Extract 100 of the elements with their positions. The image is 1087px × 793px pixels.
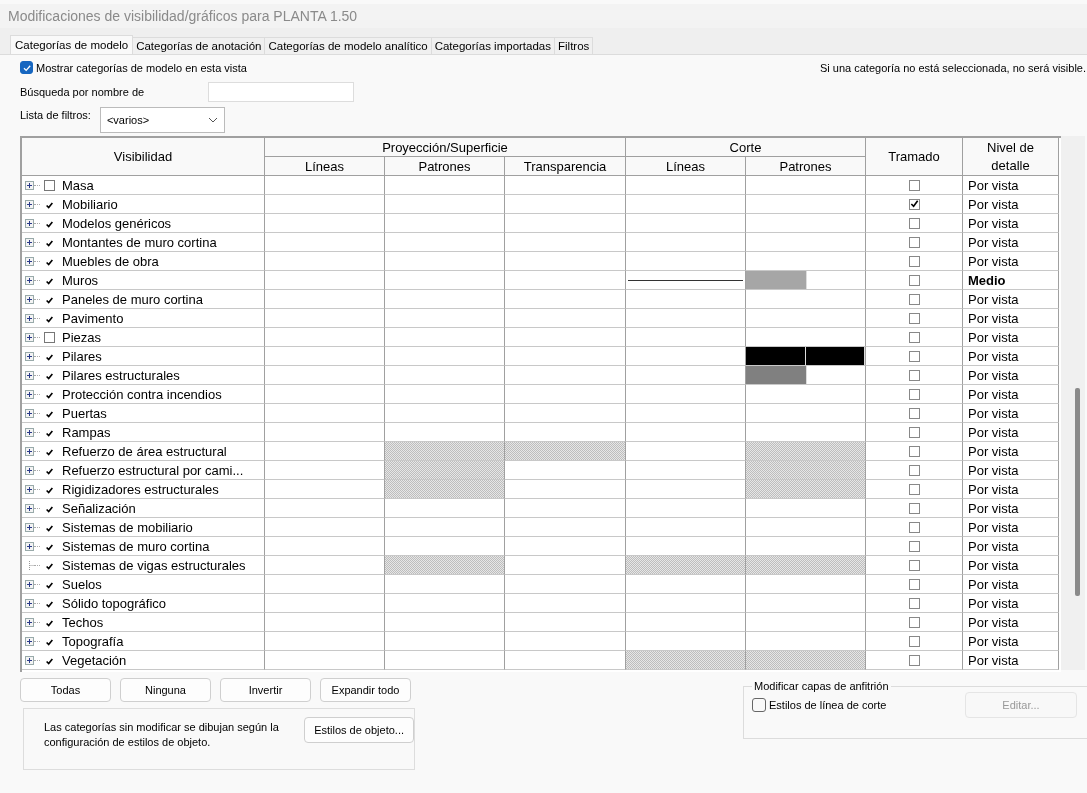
table-cell[interactable]	[626, 613, 746, 632]
halftone-checkbox[interactable]	[908, 236, 920, 248]
detail-level[interactable]: Por vista	[968, 500, 1019, 516]
table-cell[interactable]	[385, 518, 505, 537]
table-cell[interactable]	[505, 575, 626, 594]
table-cell[interactable]	[505, 461, 626, 480]
expand-icon[interactable]	[25, 503, 34, 513]
object-styles-button[interactable]: Estilos de objeto...	[304, 717, 414, 743]
table-cell[interactable]	[265, 537, 385, 556]
expand-icon[interactable]	[25, 465, 34, 475]
table-cell[interactable]	[265, 594, 385, 613]
halftone-checkbox[interactable]	[908, 331, 920, 343]
table-cell[interactable]	[746, 176, 866, 195]
table-cell[interactable]	[505, 480, 626, 499]
table-cell[interactable]	[265, 423, 385, 442]
hatched-cell[interactable]	[626, 651, 746, 670]
table-cell[interactable]	[746, 575, 866, 594]
table-cell[interactable]	[626, 290, 746, 309]
table-cell[interactable]	[626, 518, 746, 537]
table-cell[interactable]	[505, 176, 626, 195]
detail-level[interactable]: Por vista	[968, 196, 1019, 212]
table-cell[interactable]	[265, 290, 385, 309]
table-cell[interactable]	[505, 594, 626, 613]
hatched-cell[interactable]	[505, 442, 626, 461]
halftone-checkbox[interactable]	[908, 255, 920, 267]
table-cell[interactable]	[626, 176, 746, 195]
hatched-cell[interactable]	[746, 556, 866, 575]
table-cell[interactable]	[265, 214, 385, 233]
expand-icon[interactable]	[25, 446, 34, 456]
expand-icon[interactable]	[25, 218, 34, 228]
table-cell[interactable]	[505, 195, 626, 214]
table-cell[interactable]	[265, 195, 385, 214]
table-cell[interactable]	[626, 404, 746, 423]
table-cell[interactable]	[385, 651, 505, 670]
table-cell[interactable]	[505, 613, 626, 632]
halftone-checkbox[interactable]	[908, 635, 920, 647]
halftone-checkbox[interactable]	[908, 445, 920, 457]
detail-level[interactable]: Por vista	[968, 405, 1019, 421]
halftone-checkbox[interactable]	[908, 293, 920, 305]
expand-icon[interactable]	[25, 408, 34, 418]
table-cell[interactable]	[265, 499, 385, 518]
halftone-checkbox[interactable]	[908, 369, 920, 381]
hatched-cell[interactable]	[746, 651, 866, 670]
table-cell[interactable]	[265, 176, 385, 195]
detail-level[interactable]: Por vista	[968, 367, 1019, 383]
table-cell[interactable]	[626, 214, 746, 233]
table-cell[interactable]	[626, 252, 746, 271]
tab[interactable]: Categorías de anotación	[132, 37, 266, 54]
hatched-cell[interactable]	[746, 480, 866, 499]
table-cell[interactable]	[265, 404, 385, 423]
detail-level[interactable]: Por vista	[968, 557, 1019, 573]
hatched-cell[interactable]	[385, 461, 505, 480]
detail-level[interactable]: Por vista	[968, 348, 1019, 364]
expand-icon[interactable]	[25, 389, 34, 399]
expand-icon[interactable]	[25, 579, 34, 589]
detail-level[interactable]: Por vista	[968, 652, 1019, 668]
hatched-cell[interactable]	[385, 442, 505, 461]
halftone-checkbox[interactable]	[908, 274, 920, 286]
row-checkbox[interactable]	[44, 331, 55, 343]
checkbox[interactable]	[20, 61, 33, 74]
table-cell[interactable]	[746, 347, 866, 366]
table-cell[interactable]	[505, 290, 626, 309]
table-cell[interactable]	[626, 594, 746, 613]
table-cell[interactable]	[626, 423, 746, 442]
table-cell[interactable]	[626, 309, 746, 328]
table-cell[interactable]	[385, 594, 505, 613]
expand-icon[interactable]	[25, 313, 34, 323]
tab[interactable]: Filtros	[554, 37, 594, 54]
table-cell[interactable]	[505, 518, 626, 537]
table-cell[interactable]	[265, 651, 385, 670]
detail-level[interactable]: Por vista	[968, 614, 1019, 630]
expand-icon[interactable]	[25, 294, 34, 304]
table-cell[interactable]	[385, 632, 505, 651]
table-cell[interactable]	[385, 233, 505, 252]
action-button[interactable]: Todas	[20, 678, 111, 702]
table-cell[interactable]	[746, 404, 866, 423]
table-cell[interactable]	[385, 271, 505, 290]
expand-icon[interactable]	[25, 522, 34, 532]
table-cell[interactable]	[385, 195, 505, 214]
expand-icon[interactable]	[25, 332, 34, 342]
table-cell[interactable]	[746, 518, 866, 537]
filter-dropdown[interactable]: <varios>	[99, 107, 225, 133]
scrollbar[interactable]	[1061, 136, 1085, 670]
table-cell[interactable]	[265, 347, 385, 366]
detail-level[interactable]: Por vista	[968, 633, 1019, 649]
expand-icon[interactable]	[25, 256, 34, 266]
halftone-checkbox[interactable]	[908, 483, 920, 495]
halftone-checkbox[interactable]	[908, 407, 920, 419]
hatched-cell[interactable]	[746, 461, 866, 480]
table-cell[interactable]	[385, 404, 505, 423]
table-cell[interactable]	[385, 214, 505, 233]
table-cell[interactable]	[746, 195, 866, 214]
halftone-checkbox[interactable]	[908, 179, 920, 191]
expand-icon[interactable]	[25, 541, 34, 551]
expand-icon[interactable]	[25, 427, 34, 437]
table-cell[interactable]	[265, 366, 385, 385]
tab[interactable]: Categorías de modelo analítico	[264, 37, 432, 54]
halftone-checkbox[interactable]	[908, 464, 920, 476]
detail-level[interactable]: Medio	[968, 272, 1006, 288]
detail-level[interactable]: Por vista	[968, 424, 1019, 440]
